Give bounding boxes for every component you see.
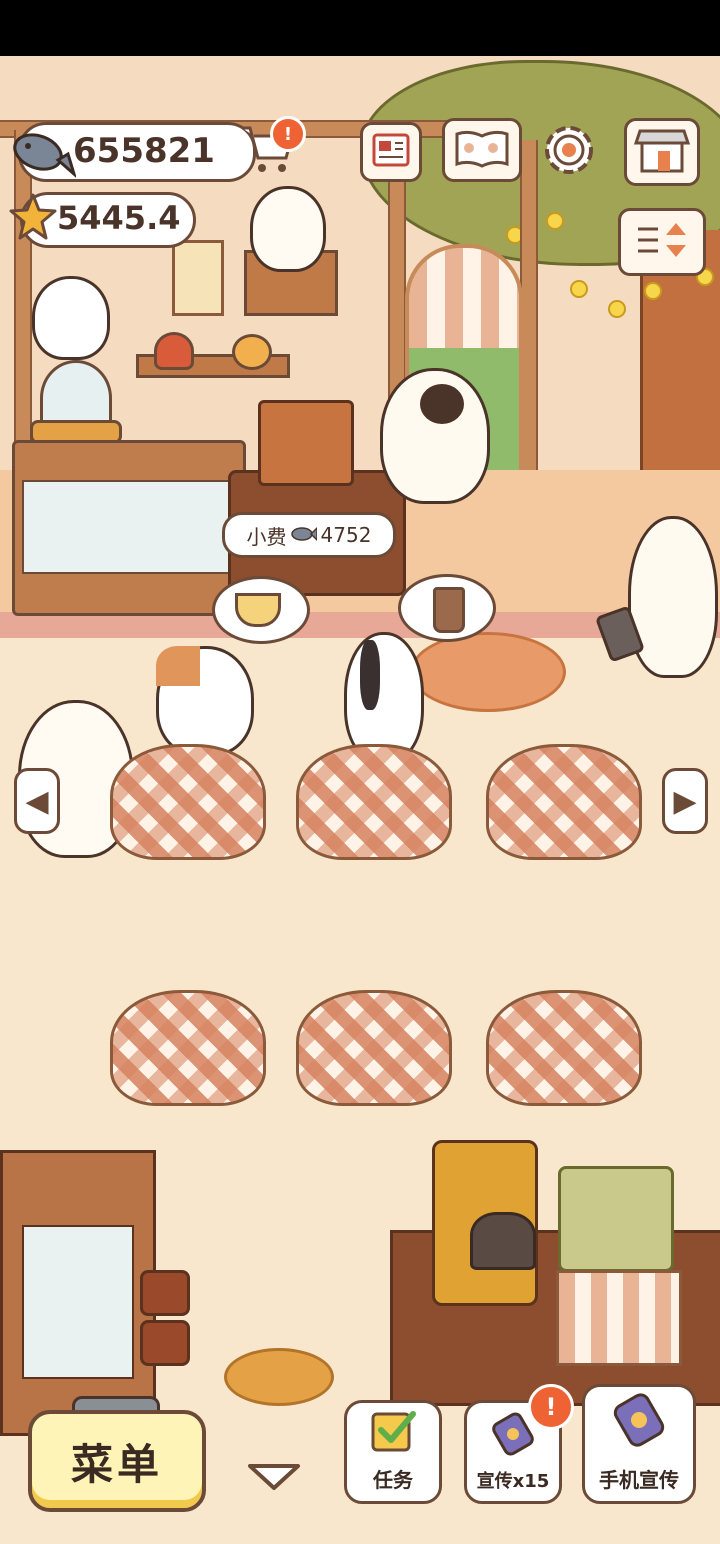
dining-table-3[interactable] bbox=[486, 744, 642, 860]
string-light bbox=[644, 282, 662, 300]
string-light bbox=[546, 212, 564, 230]
daruma-doll bbox=[154, 332, 194, 370]
phone-icon bbox=[490, 1411, 536, 1461]
tablecloth bbox=[556, 1270, 682, 1366]
fish-amount: 655821 bbox=[73, 131, 215, 171]
wall-certificate bbox=[172, 240, 224, 316]
chevron-down-icon bbox=[246, 1464, 302, 1496]
string-light bbox=[570, 280, 588, 298]
coffee-bags bbox=[558, 1166, 674, 1272]
badger-customer[interactable] bbox=[344, 632, 424, 762]
tip-amount: 4752 bbox=[320, 523, 372, 547]
display-glass bbox=[22, 480, 236, 574]
gear-icon bbox=[538, 126, 600, 184]
dining-table-2[interactable] bbox=[296, 744, 452, 860]
phone-promote-button[interactable]: 手机宣传 bbox=[582, 1384, 696, 1504]
dining-table-4[interactable] bbox=[110, 990, 266, 1106]
promote-label: 宣传x15 bbox=[476, 1471, 550, 1492]
sheep-face bbox=[420, 384, 464, 424]
phone-promote-label: 手机宣传 bbox=[599, 1468, 679, 1492]
scroll-left-button[interactable]: ◀ bbox=[14, 768, 60, 834]
fish-icon bbox=[290, 523, 318, 547]
settings-button[interactable] bbox=[538, 120, 600, 180]
fish-icon bbox=[10, 124, 77, 184]
star-amount: 5445.4 bbox=[57, 199, 181, 237]
scroll-right-button[interactable]: ▶ bbox=[662, 768, 708, 834]
chef-cat-head[interactable] bbox=[32, 276, 110, 360]
menu-button[interactable]: 菜单 bbox=[28, 1410, 206, 1512]
album-button[interactable] bbox=[442, 118, 522, 182]
promote-alert-badge: ! bbox=[528, 1384, 574, 1430]
news-button[interactable] bbox=[360, 122, 422, 182]
coffee-pot bbox=[470, 1212, 536, 1270]
glass-rack bbox=[140, 1270, 190, 1316]
soup-bowl-icon bbox=[235, 593, 281, 627]
corgi-ear-patch bbox=[156, 646, 200, 686]
order-bubble-drink[interactable] bbox=[398, 574, 496, 642]
status-bar bbox=[0, 0, 720, 56]
shop-button[interactable] bbox=[624, 118, 700, 186]
arrow-left-icon: ◀ bbox=[25, 783, 49, 819]
cat-waiter[interactable] bbox=[628, 516, 718, 678]
cart-alert-badge: ! bbox=[270, 116, 306, 152]
newspaper-icon bbox=[371, 132, 411, 172]
checkbox-icon bbox=[369, 1408, 417, 1458]
task-label: 任务 bbox=[373, 1468, 413, 1492]
bird-figurine bbox=[232, 334, 272, 370]
dining-table-5[interactable] bbox=[296, 990, 452, 1106]
star-icon bbox=[8, 192, 58, 246]
arrow-right-icon: ▶ bbox=[673, 783, 697, 819]
pet-cushion[interactable] bbox=[224, 1348, 334, 1406]
layout-toggle-icon bbox=[632, 219, 692, 265]
tip-label: 小费 bbox=[246, 524, 287, 549]
paw-book-icon bbox=[453, 128, 511, 172]
dining-table-1[interactable] bbox=[110, 744, 266, 860]
layout-toggle-button[interactable] bbox=[618, 208, 706, 276]
cart-icon bbox=[236, 126, 298, 180]
cocoa-cup-icon bbox=[433, 587, 465, 633]
tip-bubble[interactable]: 小费 4752 bbox=[222, 512, 396, 558]
task-button[interactable]: 任务 bbox=[344, 1400, 442, 1504]
cabinet-glass bbox=[22, 1225, 134, 1379]
collapse-button[interactable] bbox=[246, 1462, 302, 1492]
badger-stripe bbox=[360, 640, 380, 710]
glass-rack bbox=[140, 1320, 190, 1366]
cash-register[interactable] bbox=[258, 400, 354, 486]
order-bubble-soup[interactable] bbox=[212, 576, 310, 644]
lucky-cat-statue[interactable] bbox=[250, 186, 326, 272]
string-light bbox=[608, 300, 626, 318]
menu-label: 菜单 bbox=[70, 1439, 163, 1489]
dining-table-6[interactable] bbox=[486, 990, 642, 1106]
door-curtain bbox=[409, 248, 519, 348]
pet-rug bbox=[410, 632, 566, 712]
shop-icon bbox=[633, 125, 691, 179]
phone-icon bbox=[609, 1390, 669, 1454]
